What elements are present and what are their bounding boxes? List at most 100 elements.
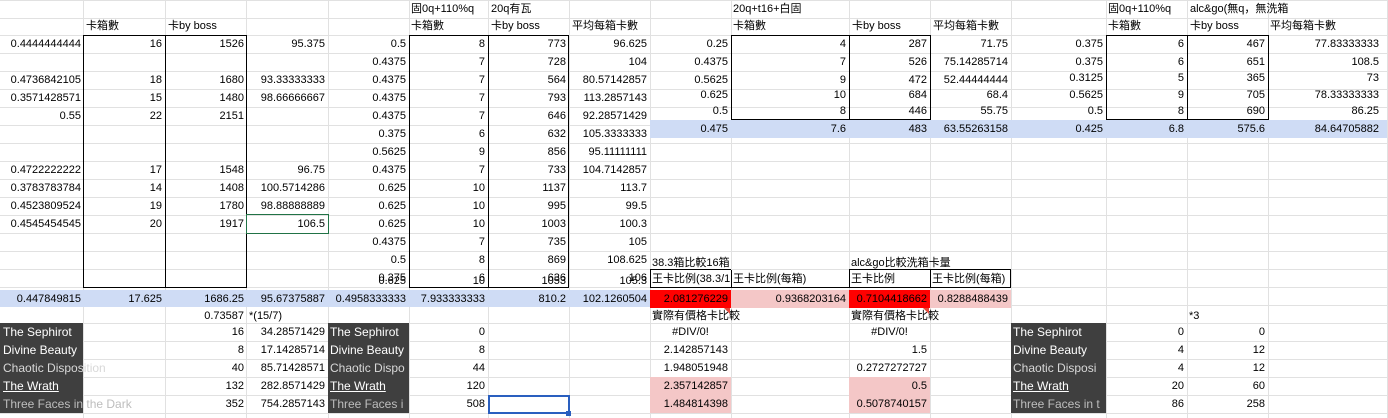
cell[interactable]: 105.3 <box>570 274 647 288</box>
cell[interactable]: 1003 <box>489 215 566 233</box>
cell[interactable]: 14 <box>84 179 162 197</box>
cell[interactable]: 60 <box>1188 377 1265 395</box>
compare1-header[interactable]: 38.3箱比較16箱 <box>652 256 730 270</box>
header-b-box[interactable]: 卡箱數 <box>411 17 487 35</box>
cell[interactable]: 75.14285714 <box>931 53 1008 71</box>
cell[interactable]: 0.5 <box>329 35 406 53</box>
cell[interactable]: 1680 <box>166 71 244 89</box>
cell[interactable]: 632 <box>489 125 566 143</box>
header-b-boss[interactable]: 卡by boss <box>491 17 567 35</box>
cell[interactable]: 0.625 <box>329 215 406 233</box>
cell[interactable]: 6 <box>410 125 485 143</box>
cell[interactable]: 2.081276229 <box>651 290 728 308</box>
active-cell-selection[interactable] <box>488 395 570 414</box>
cell[interactable]: 0.4375 <box>329 161 406 179</box>
header-c-box[interactable]: 卡箱數 <box>733 17 848 35</box>
cell[interactable]: 95.67375887 <box>247 290 325 308</box>
cell[interactable]: 0.4545454545 <box>0 215 81 233</box>
cell[interactable]: 12 <box>1188 359 1265 377</box>
cell[interactable]: 84.64705882 <box>1269 120 1379 138</box>
card-name[interactable]: The Wrath <box>3 377 163 395</box>
cell[interactable]: 2.357142857 <box>651 377 728 395</box>
cell[interactable]: 4 <box>1107 359 1184 377</box>
cell[interactable]: 1.484814398 <box>651 395 728 413</box>
cell[interactable]: 0.4722222222 <box>0 161 81 179</box>
cell[interactable]: 352 <box>166 395 244 413</box>
cell[interactable]: 100.5714286 <box>247 179 325 197</box>
cell[interactable]: 1917 <box>166 215 244 233</box>
cell[interactable]: 1.5 <box>850 341 927 359</box>
card-name[interactable]: Chaotic Disposi <box>1013 359 1105 377</box>
cell[interactable]: 1408 <box>166 179 244 197</box>
cell[interactable]: 0.3125 <box>1012 69 1103 87</box>
cell[interactable]: 7 <box>410 107 485 125</box>
cell[interactable]: 754.2857143 <box>247 395 325 413</box>
cell[interactable]: 1480 <box>166 89 244 107</box>
cell[interactable]: 735 <box>489 233 566 251</box>
cell[interactable]: 8 <box>410 251 485 269</box>
cell[interactable]: 773 <box>489 35 566 53</box>
cell[interactable]: 8 <box>1107 102 1184 120</box>
cell[interactable]: 17.14285714 <box>247 341 325 359</box>
cell[interactable]: 1780 <box>166 197 244 215</box>
cell[interactable]: 96.625 <box>570 35 647 53</box>
cell[interactable]: 0.375 <box>329 125 406 143</box>
cell[interactable]: 96.75 <box>247 161 325 179</box>
cell[interactable]: 0.4375 <box>329 107 406 125</box>
compare2-col2[interactable]: 王卡比例(每箱) <box>932 272 1010 287</box>
cell[interactable]: 16 <box>84 35 162 53</box>
cell[interactable]: 0.3571428571 <box>0 89 81 107</box>
cell[interactable]: 0.9368203164 <box>732 290 846 308</box>
cell[interactable]: 17.625 <box>84 290 162 308</box>
cell[interactable]: 99.5 <box>570 197 647 215</box>
cell[interactable]: 0.447849815 <box>0 290 81 308</box>
header-d-boss[interactable]: 卡by boss <box>1190 17 1266 35</box>
cell[interactable]: 0.4375 <box>329 233 406 251</box>
compare2-col1[interactable]: 王卡比例 <box>851 272 929 287</box>
header-c-title[interactable]: 20q+t16+白固 <box>733 0 848 18</box>
cell[interactable]: 287 <box>850 35 927 53</box>
cell[interactable]: 108.625 <box>570 251 647 269</box>
cell[interactable]: 7.933333333 <box>410 290 485 308</box>
cell[interactable]: 0.5625 <box>329 143 406 161</box>
cell[interactable]: 0.625 <box>329 274 406 288</box>
cell[interactable]: 8 <box>410 341 485 359</box>
cell[interactable]: 508 <box>410 395 485 413</box>
cell[interactable]: 7.6 <box>732 120 846 138</box>
cell[interactable]: 95.375 <box>247 35 325 53</box>
cell[interactable]: 18 <box>84 71 162 89</box>
cell[interactable]: 810.2 <box>489 290 566 308</box>
cell[interactable]: 105 <box>570 233 647 251</box>
cell[interactable]: 7 <box>410 161 485 179</box>
cell[interactable]: 7 <box>410 233 485 251</box>
cell[interactable]: 995 <box>489 197 566 215</box>
cell[interactable]: 0.625 <box>329 197 406 215</box>
cell[interactable]: 73 <box>1269 69 1379 87</box>
cell[interactable]: 0.7104418662 <box>850 290 927 308</box>
cell[interactable]: 8 <box>732 102 846 120</box>
cell[interactable]: 106.5 <box>247 215 325 233</box>
cell[interactable]: 575.6 <box>1188 120 1265 138</box>
header-d-title[interactable]: 固0q+110%q <box>1108 0 1186 18</box>
cell[interactable]: 113.7 <box>570 179 647 197</box>
card-name[interactable]: The Sephirot <box>330 323 408 341</box>
compare1-col2[interactable]: 王卡比例(每箱) <box>733 272 848 287</box>
cell[interactable]: 102.1260504 <box>570 290 647 308</box>
cell[interactable]: 104.7142857 <box>570 161 647 179</box>
cell[interactable]: 1137 <box>489 179 566 197</box>
header-b-avg[interactable]: 平均每箱卡數 <box>572 17 648 35</box>
cell[interactable]: 0.3783783784 <box>0 179 81 197</box>
cell[interactable]: 0 <box>410 323 485 341</box>
header-a-boss[interactable]: 卡by boss <box>168 17 246 35</box>
cell[interactable]: 7 <box>732 53 846 71</box>
cell[interactable]: 483 <box>850 120 927 138</box>
cell[interactable]: 93.33333333 <box>247 71 325 89</box>
cell[interactable]: 7 <box>410 53 485 71</box>
header-a-box[interactable]: 卡箱數 <box>86 17 164 35</box>
cell[interactable]: 6.8 <box>1107 120 1184 138</box>
header-b-title[interactable]: 固0q+110%q <box>411 0 487 18</box>
cell[interactable]: 0.4958333333 <box>329 290 406 308</box>
cell[interactable]: 9 <box>410 143 485 161</box>
cell[interactable]: 0 <box>1107 323 1184 341</box>
cell[interactable]: 728 <box>489 53 566 71</box>
